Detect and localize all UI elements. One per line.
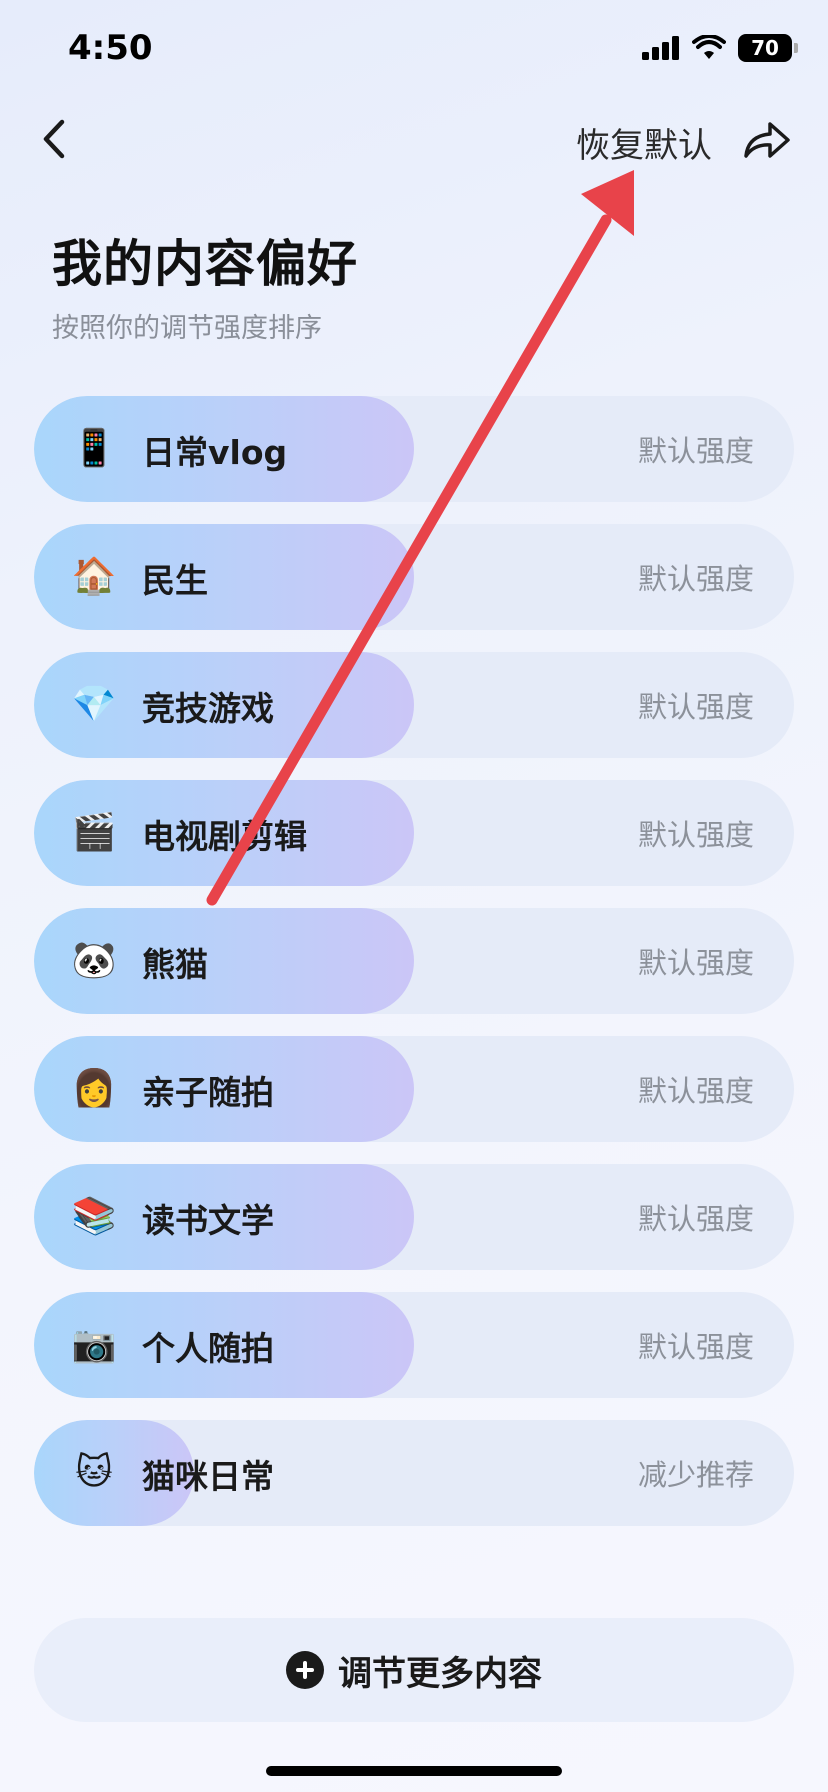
battery-level: 70 <box>751 36 779 60</box>
preference-item-personal-shots[interactable]: 📷 个人随拍 默认强度 <box>34 1292 794 1398</box>
reset-default-button[interactable]: 恢复默认 <box>576 118 712 167</box>
preference-item-literature[interactable]: 📚 读书文学 默认强度 <box>34 1164 794 1270</box>
preference-status: 默认强度 <box>637 690 754 724</box>
house-hand-icon: 🏠 <box>71 556 117 597</box>
share-button[interactable] <box>740 114 794 164</box>
cat-bed-icon: 🐱 <box>75 1452 113 1493</box>
status-time: 4:50 <box>68 28 153 68</box>
cellular-signal-icon <box>642 36 679 60</box>
preference-label: 电视剧剪辑 <box>142 817 307 856</box>
preference-status: 减少推荐 <box>637 1458 754 1492</box>
wifi-icon <box>692 35 726 59</box>
status-bar: 4:50 70 <box>0 0 828 100</box>
preference-item-livelihood[interactable]: 🏠 民生 默认强度 <box>34 524 794 630</box>
preference-item-daily-vlog[interactable]: 📱 日常vlog 默认强度 <box>34 396 794 502</box>
preference-label: 猫咪日常 <box>142 1457 274 1496</box>
preference-item-cat-daily[interactable]: 🐱 猫咪日常 减少推荐 <box>34 1420 794 1526</box>
preference-label: 日常vlog <box>142 433 288 472</box>
home-indicator <box>266 1766 562 1776</box>
preference-label: 熊猫 <box>142 945 208 984</box>
preference-label: 竞技游戏 <box>142 689 274 728</box>
preference-status: 默认强度 <box>637 1202 754 1236</box>
adjust-more-button[interactable]: 调节更多内容 <box>34 1618 794 1722</box>
battery-icon: 70 <box>738 34 798 62</box>
page-subtitle: 按照你的调节强度排序 <box>52 313 322 344</box>
preference-status: 默认强度 <box>637 818 754 852</box>
page-title: 我的内容偏好 <box>52 235 358 293</box>
preference-label: 民生 <box>142 561 208 600</box>
preference-item-esports[interactable]: 💎 竞技游戏 默认强度 <box>34 652 794 758</box>
camera-photo-icon: 📷 <box>71 1324 117 1365</box>
preference-status: 默认强度 <box>637 1330 754 1364</box>
book-pen-icon: 📚 <box>71 1196 117 1237</box>
preference-list: 📱 日常vlog 默认强度 🏠 民生 默认强度 💎 竞技游戏 默认强度 🎬 电视… <box>34 396 794 1548</box>
preference-item-parenting[interactable]: 👩 亲子随拍 默认强度 <box>34 1036 794 1142</box>
preference-status: 默认强度 <box>637 562 754 596</box>
preference-label: 亲子随拍 <box>142 1073 274 1112</box>
preference-status: 默认强度 <box>637 434 754 468</box>
mother-baby-icon: 👩 <box>71 1068 117 1109</box>
adjust-more-label: 调节更多内容 <box>338 1653 542 1694</box>
status-icons: 70 <box>642 34 798 62</box>
preference-status: 默认强度 <box>637 946 754 980</box>
panda-icon: 🐼 <box>71 940 117 981</box>
preference-label: 个人随拍 <box>142 1329 274 1368</box>
share-arrow-icon <box>744 122 790 158</box>
preference-item-panda[interactable]: 🐼 熊猫 默认强度 <box>34 908 794 1014</box>
chevron-left-icon <box>43 119 65 159</box>
clapperboard-icon: 🎬 <box>71 812 117 853</box>
back-button[interactable] <box>34 114 78 164</box>
preference-status: 默认强度 <box>637 1074 754 1108</box>
plus-circle-icon <box>286 1651 324 1689</box>
preference-item-tv-clips[interactable]: 🎬 电视剧剪辑 默认强度 <box>34 780 794 886</box>
phone-vlog-icon: 📱 <box>71 428 117 469</box>
nav-bar: 恢复默认 <box>0 100 828 180</box>
gem-icon: 💎 <box>71 684 117 725</box>
preference-label: 读书文学 <box>142 1201 274 1240</box>
